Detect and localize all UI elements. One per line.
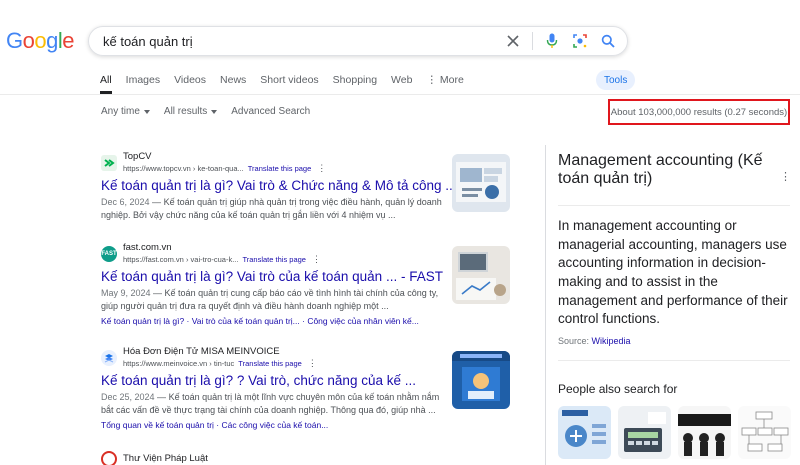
knowledge-panel-description: In management accounting or managerial a…: [558, 218, 788, 327]
tab-more-label: More: [439, 74, 464, 86]
people-also-search-image[interactable]: [558, 406, 611, 459]
site-url: https://www.topcv.vn › ke-toan-qua... Tra…: [123, 163, 326, 174]
people-also-search-image[interactable]: [678, 406, 731, 459]
result-title[interactable]: Kế toán quản trị là gì? ? Vai trò, chức …: [101, 373, 446, 388]
result-stats: About 103,000,000 results (0.27 seconds): [608, 99, 790, 125]
snippet-text: Kế toán quản trị giúp nhà quản trị trong…: [101, 196, 442, 221]
logo-letter: e: [62, 28, 75, 53]
lens-icon[interactable]: [571, 32, 589, 50]
logo-letter: G: [6, 28, 23, 53]
tab-more[interactable]: ⋮ More: [426, 74, 463, 94]
knowledge-panel-divider: [545, 145, 546, 465]
search-box[interactable]: kế toán quản trị: [88, 26, 628, 56]
tvpl-favicon-icon: [101, 451, 117, 465]
result-date: Dec 25, 2024: [101, 391, 155, 402]
result-thumbnail[interactable]: [452, 351, 510, 409]
search-tabs: All Images Videos News Short videos Shop…: [100, 74, 464, 94]
source-label: Source:: [558, 336, 590, 346]
logo-letter: o: [22, 28, 35, 53]
knowledge-panel-title: Management accounting (Kế toán quản trị): [558, 152, 763, 187]
caret-down-icon: [211, 109, 218, 114]
any-time-label: Any time: [101, 106, 140, 117]
result-snippet: Dec 6, 2024 — Kế toán quản trị giúp nhà …: [101, 196, 442, 221]
logo-letter: o: [34, 28, 47, 53]
knowledge-panel-separator: [558, 205, 790, 206]
url-text: https://www.meinvoice.vn › tin-tuc: [123, 358, 235, 368]
all-results-filter[interactable]: All results: [163, 106, 218, 117]
tab-all[interactable]: All: [100, 74, 112, 94]
result-title[interactable]: Kế toán quản trị là gì? Vai trò & Chức n…: [101, 178, 457, 193]
fast-favicon-icon: FAST: [101, 245, 117, 262]
site-url: https://www.meinvoice.vn › tin-tuc Transl…: [123, 358, 317, 369]
all-results-label: All results: [163, 106, 208, 117]
sitelinks[interactable]: Tổng quan về kế toán quản trị · Các công…: [101, 420, 446, 430]
people-also-search-heading: People also search for: [558, 382, 678, 396]
search-icon[interactable]: [599, 32, 617, 50]
translate-link[interactable]: Translate this page: [248, 164, 312, 173]
knowledge-panel-separator: [558, 360, 790, 361]
tab-images[interactable]: Images: [126, 74, 160, 94]
result-date: Dec 6, 2024: [101, 196, 150, 207]
clear-icon[interactable]: [504, 32, 522, 50]
result-site[interactable]: Hóa Đơn Điện Tử MISA MEINVOICE https://w…: [101, 346, 446, 369]
tab-short-videos[interactable]: Short videos: [260, 74, 318, 94]
kebab-icon[interactable]: ⋮: [308, 358, 317, 368]
knowledge-panel-source: Source: Wikipedia: [558, 336, 631, 346]
mic-icon[interactable]: [543, 32, 561, 50]
translate-link[interactable]: Translate this page: [242, 255, 306, 264]
advanced-search-link[interactable]: Advanced Search: [231, 106, 310, 117]
tab-news[interactable]: News: [220, 74, 246, 94]
snippet-text: Kế toán quản trị cung cấp báo cáo về tìn…: [101, 287, 439, 312]
sitelinks[interactable]: Kế toán quản trị là gì? · Vai trò của kế…: [101, 316, 446, 326]
result-thumbnail[interactable]: [452, 246, 510, 304]
tools-button[interactable]: Tools: [596, 70, 636, 90]
url-text: https://fast.com.vn › vai-tro-cua-k...: [123, 254, 239, 264]
site-name: fast.com.vn: [123, 242, 172, 253]
search-input[interactable]: kế toán quản trị: [103, 34, 504, 49]
site-url: https://fast.com.vn › vai-tro-cua-k... Tr…: [123, 254, 321, 265]
search-result: TopCV https://www.topcv.vn › ke-toan-qua…: [101, 151, 457, 223]
logo-letter: g: [46, 28, 58, 53]
result-site[interactable]: FAST fast.com.vn https://fast.com.vn › v…: [101, 242, 446, 265]
people-also-search-image[interactable]: [618, 406, 671, 459]
google-logo[interactable]: Google: [6, 28, 75, 54]
misa-favicon-icon: [101, 349, 117, 366]
result-thumbnail[interactable]: [452, 154, 510, 212]
url-text: https://www.topcv.vn › ke-toan-qua...: [123, 163, 244, 173]
topcv-favicon-icon: [101, 154, 117, 171]
tab-videos[interactable]: Videos: [174, 74, 206, 94]
kebab-icon[interactable]: ⋮: [780, 170, 791, 183]
result-snippet: May 9, 2024 — Kế toán quản trị cung cấp …: [101, 287, 439, 312]
result-site[interactable]: Thư Viện Pháp Luật: [101, 451, 446, 465]
filter-bar: Any time All results Advanced Search: [101, 106, 310, 117]
people-also-search-image[interactable]: [738, 406, 791, 459]
tab-web[interactable]: Web: [391, 74, 412, 94]
kebab-icon[interactable]: ⋮: [312, 254, 321, 264]
site-name: Hóa Đơn Điện Tử MISA MEINVOICE: [123, 346, 280, 357]
tab-shopping[interactable]: Shopping: [333, 74, 377, 94]
site-name: TopCV: [123, 151, 152, 162]
site-name: Thư Viện Pháp Luật: [123, 452, 208, 464]
kebab-icon[interactable]: ⋮: [317, 163, 326, 173]
any-time-filter[interactable]: Any time: [101, 106, 150, 117]
search-result: FAST fast.com.vn https://fast.com.vn › v…: [101, 242, 446, 326]
translate-link[interactable]: Translate this page: [238, 359, 302, 368]
result-date: May 9, 2024: [101, 287, 151, 298]
result-snippet: Dec 25, 2024 — Kế toán quản trị là một l…: [101, 391, 440, 416]
search-result: Hóa Đơn Điện Tử MISA MEINVOICE https://w…: [101, 346, 446, 430]
result-site[interactable]: TopCV https://www.topcv.vn › ke-toan-qua…: [101, 151, 446, 174]
search-divider: [532, 32, 533, 50]
search-result: Thư Viện Pháp Luật: [101, 451, 446, 465]
wikipedia-link[interactable]: Wikipedia: [592, 336, 631, 346]
header-divider: [0, 94, 800, 95]
result-title[interactable]: Kế toán quản trị là gì? Vai trò của kế t…: [101, 269, 446, 284]
caret-down-icon: [143, 109, 150, 114]
more-dots-icon: ⋮: [426, 74, 440, 86]
